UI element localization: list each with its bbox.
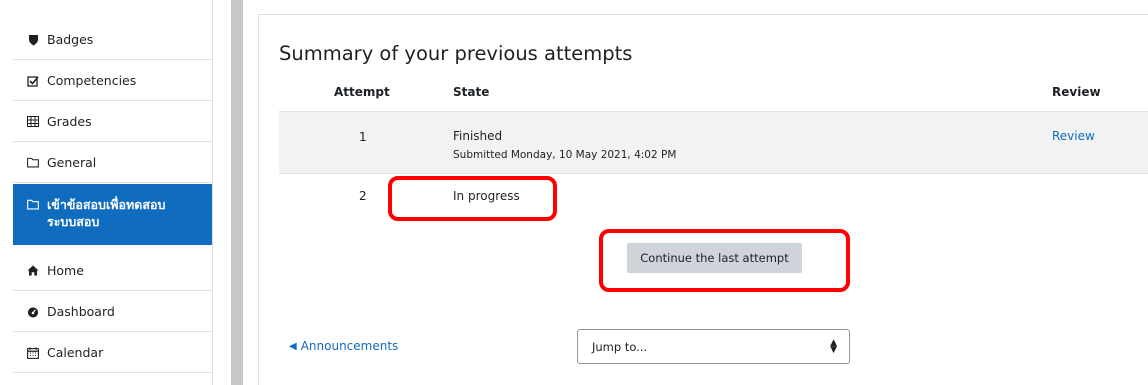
sidebar-item-general[interactable]: General (13, 143, 213, 183)
jump-to-select[interactable]: Jump to... ▲ ▼ (577, 329, 850, 364)
column-header-attempt: Attempt (334, 85, 390, 99)
review-link[interactable]: Review (1052, 129, 1095, 143)
folder-icon (27, 157, 39, 169)
sidebar-item-label: Home (47, 263, 84, 278)
sidebar-item-competencies[interactable]: Competencies (13, 61, 213, 101)
prev-activity-link[interactable]: ◀ Announcements (289, 339, 398, 353)
page-heading: Summary of your previous attempts (279, 42, 633, 65)
folder-icon (27, 198, 39, 210)
sidebar-divider (212, 0, 213, 385)
sidebar-item-label: General (47, 155, 97, 170)
calendar-icon (27, 346, 39, 359)
scrollbar-track[interactable] (231, 0, 243, 385)
sidebar-item-dashboard[interactable]: Dashboard (13, 292, 213, 332)
column-header-review: Review (1052, 85, 1101, 99)
triangle-left-icon: ◀ (289, 340, 297, 352)
table-row: 1 Finished Submitted Monday, 10 May 2021… (279, 111, 1148, 173)
sidebar-item-calendar[interactable]: Calendar (13, 333, 213, 373)
attempt-number: 1 (359, 130, 367, 144)
sidebar-item-thai-exam-section[interactable]: เข้าข้อสอบเพื่อทดสอบ ระบบสอบ (13, 184, 213, 245)
sidebar-item-grades[interactable]: Grades (13, 102, 213, 142)
sidebar-item-label: Dashboard (47, 304, 115, 319)
sidebar-item-badges[interactable]: Badges (13, 20, 213, 60)
jump-to-value: Jump to... (592, 339, 648, 354)
attempt-number: 2 (359, 189, 367, 203)
column-header-state: State (453, 85, 490, 99)
attempt-state: Finished (453, 129, 503, 143)
table-header-row: Attempt State Review (279, 72, 1148, 106)
sidebar-item-label: Grades (47, 114, 92, 129)
annotation-highlight-state (388, 176, 557, 221)
table-icon (27, 116, 39, 128)
annotation-highlight-button (599, 229, 850, 292)
course-index-sidebar: Badges Competencies Grades General เข้าข… (13, 0, 213, 385)
home-icon (27, 265, 39, 277)
dashboard-icon (27, 306, 39, 318)
prev-activity-label: Announcements (300, 339, 399, 353)
attempt-submitted-date: Submitted Monday, 10 May 2021, 4:02 PM (453, 149, 677, 161)
checkbox-icon (27, 75, 39, 87)
sidebar-item-label: Badges (47, 32, 94, 47)
shield-icon (27, 34, 39, 46)
sidebar-item-label: Calendar (47, 345, 104, 360)
sidebar-item-label: Competencies (47, 73, 137, 88)
sidebar-item-home[interactable]: Home (13, 251, 213, 291)
select-arrows-icon: ▲ ▼ (830, 337, 837, 355)
sidebar-item-label: เข้าข้อสอบเพื่อทดสอบ ระบบสอบ (47, 197, 166, 229)
